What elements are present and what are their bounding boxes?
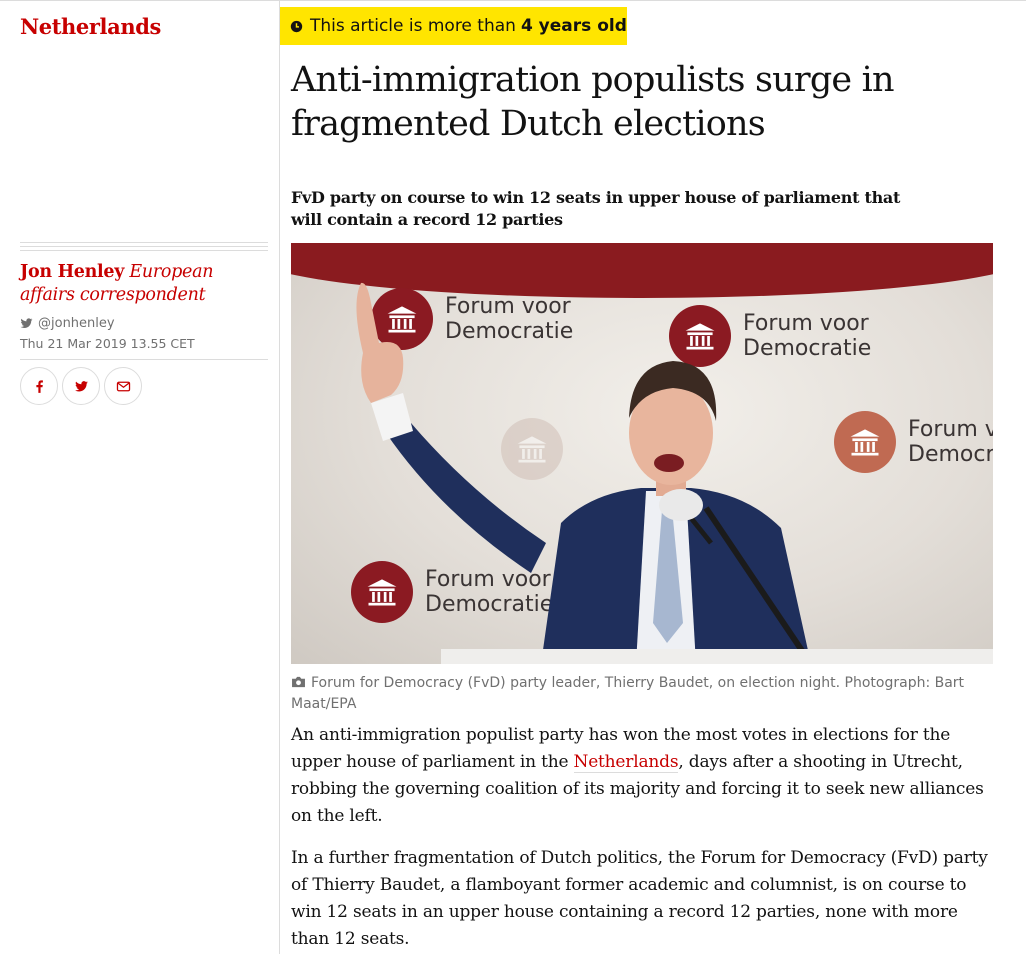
podium [441,649,993,664]
author-link[interactable]: Jon Henley [20,262,124,282]
article-paragraph-2: In a further fragmentation of Dutch poli… [291,848,988,949]
byline: Jon Henley European affairs corresponden… [20,261,260,307]
share-twitter-button[interactable] [62,367,100,405]
author-twitter-link[interactable]: @jonhenley [20,316,115,331]
twitter-icon [74,380,88,391]
camera-icon [292,676,305,688]
age-badge-emphasis: 4 years old [520,16,627,36]
section-link-netherlands[interactable]: Netherlands [20,14,161,39]
article-main-photo: Forum voor Democratie Forum voor Democra… [291,243,993,664]
article-age-badge: This article is more than 4 years old [280,7,627,45]
meta-rule [20,359,268,360]
article-headline: Anti-immigration populists surge in frag… [291,60,895,144]
twitter-bird-icon [20,318,33,328]
facebook-icon [35,379,43,393]
byline-rules [20,242,268,254]
article-paragraph-1: An anti-immigration populist party has w… [291,722,991,830]
share-email-button[interactable] [104,367,142,405]
email-icon [116,381,130,391]
age-badge-prefix: This article is more than [310,16,516,36]
netherlands-link[interactable]: Netherlands [573,752,679,773]
photo-caption-text: Forum for Democracy (FvD) party leader, … [291,675,965,712]
speaker-figure [356,282,814,664]
publish-date: Thu 21 Mar 2019 13.55 CET [20,336,195,351]
column-divider [279,0,280,954]
article-standfirst: FvD party on course to win 12 seats in u… [291,188,901,229]
photo-caption: Forum for Democracy (FvD) party leader, … [291,673,991,715]
author-twitter-handle: @jonhenley [38,316,115,331]
clock-icon [290,20,303,32]
share-buttons [20,367,142,405]
top-rule [0,0,1026,1]
share-facebook-button[interactable] [20,367,58,405]
